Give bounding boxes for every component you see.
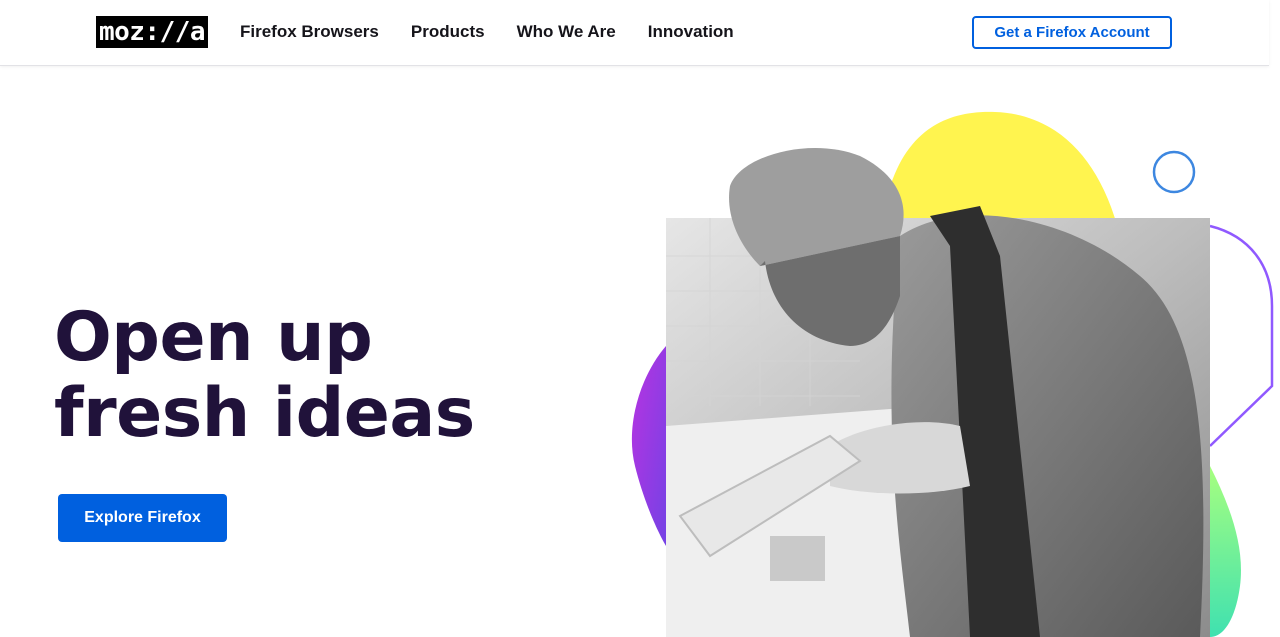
blue-ring [1152, 150, 1196, 194]
cup [770, 536, 825, 581]
green-blob-shape [1210, 466, 1241, 637]
nav-item-who-we-are[interactable]: Who We Are [517, 20, 616, 44]
hero-illustration [600, 66, 1280, 637]
site-header: moz://a Firefox Browsers Products Who We… [0, 0, 1269, 66]
get-firefox-account-button[interactable]: Get a Firefox Account [972, 16, 1172, 49]
nav-item-products[interactable]: Products [411, 20, 485, 44]
purple-blob-shape [631, 346, 666, 546]
headline-line-1: Open up [54, 298, 373, 377]
hero-art-svg [631, 111, 1274, 637]
headline-line-2: fresh ideas [54, 374, 475, 453]
purple-ring-arc [1209, 224, 1274, 447]
main-nav: Firefox Browsers Products Who We Are Inn… [240, 20, 734, 44]
nav-item-innovation[interactable]: Innovation [648, 20, 734, 44]
explore-firefox-button[interactable]: Explore Firefox [58, 494, 227, 542]
hero-headline: Open up fresh ideas [54, 300, 475, 452]
nav-item-firefox-browsers[interactable]: Firefox Browsers [240, 20, 379, 44]
mozilla-logo[interactable]: moz://a [96, 16, 208, 48]
